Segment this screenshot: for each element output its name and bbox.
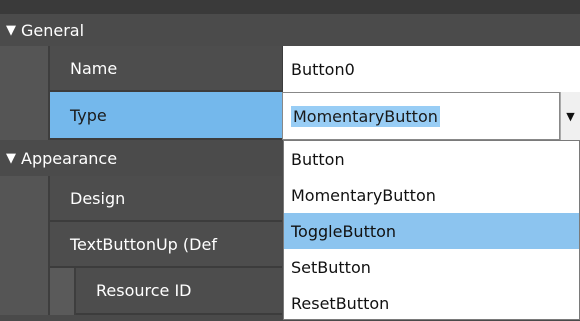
property-label-text-button-up[interactable]: TextButtonUp (Def: [50, 222, 282, 268]
property-label-design[interactable]: Design: [50, 176, 282, 222]
top-edge: [0, 0, 580, 14]
indent-gutter-general: [0, 46, 50, 140]
collapse-arrow-icon: ▼: [6, 150, 16, 166]
property-label-name[interactable]: Name: [50, 46, 282, 92]
property-value-name[interactable]: Button0: [282, 46, 580, 92]
dropdown-option-toggle-button[interactable]: ToggleButton: [284, 213, 579, 249]
collapse-arrow-icon: ▼: [6, 22, 16, 38]
dropdown-option-momentary-button[interactable]: MomentaryButton: [284, 177, 579, 213]
property-label-resource-id[interactable]: Resource ID: [76, 268, 282, 315]
section-appearance-label: Appearance: [21, 148, 118, 168]
caret-down-icon: ▼: [566, 109, 575, 123]
dropdown-option-reset-button[interactable]: ResetButton: [284, 285, 579, 321]
indent-gutter-appearance: [0, 176, 50, 315]
type-dropdown-button[interactable]: ▼: [560, 92, 580, 140]
property-label-type[interactable]: Type: [50, 92, 282, 140]
section-general-label: General: [21, 20, 85, 40]
type-dropdown-list: Button MomentaryButton ToggleButton SetB…: [283, 140, 580, 320]
dropdown-option-set-button[interactable]: SetButton: [284, 249, 579, 285]
dropdown-option-button[interactable]: Button: [284, 141, 579, 177]
type-combobox[interactable]: MomentaryButton: [282, 92, 560, 140]
section-general-header[interactable]: ▼ General: [0, 14, 580, 46]
indent-gutter-nested: [50, 268, 76, 315]
type-combobox-value: MomentaryButton: [291, 105, 440, 127]
